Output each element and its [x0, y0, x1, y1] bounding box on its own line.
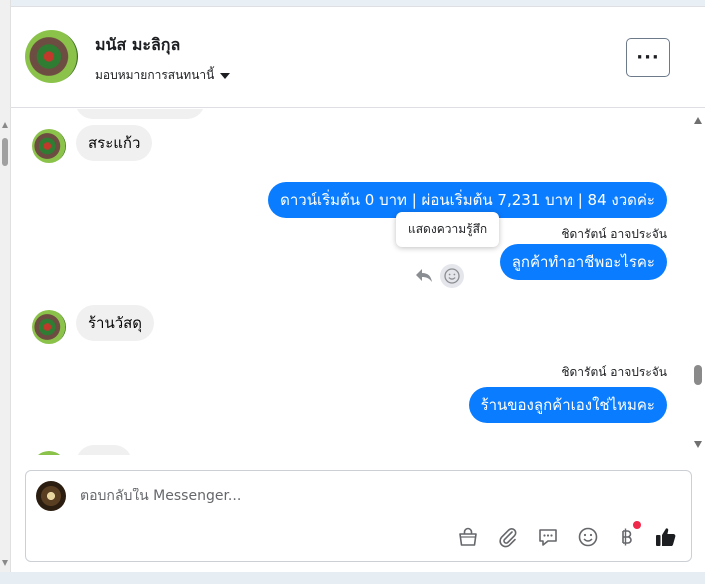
- thumbs-up-icon[interactable]: [654, 525, 678, 549]
- thread-scrollbar[interactable]: [691, 109, 705, 455]
- scroll-up-arrow-icon[interactable]: [2, 122, 8, 128]
- baht-payment-icon[interactable]: [614, 521, 641, 549]
- scrollbar-thumb[interactable]: [2, 138, 8, 166]
- assign-conversation-dropdown[interactable]: มอบหมายการสนทนานี้: [95, 66, 231, 85]
- scrollbar-thumb[interactable]: [694, 365, 702, 385]
- bottom-strip: [0, 572, 705, 584]
- conversation-header: มนัส มะลิกุล มอบหมายการสนทนานี้ ···: [11, 7, 705, 108]
- more-options-button[interactable]: ···: [626, 38, 670, 77]
- scroll-down-arrow-icon[interactable]: [2, 560, 8, 566]
- react-emoji-icon[interactable]: [440, 264, 464, 288]
- outgoing-message[interactable]: ลูกค้าทำอาชีพอะไรคะ: [499, 244, 667, 280]
- incoming-message[interactable]: ร้านวัสดุ: [76, 305, 155, 341]
- reply-icon[interactable]: [415, 266, 433, 284]
- paperclip-icon[interactable]: [496, 525, 520, 549]
- contact-avatar-small: [32, 129, 66, 163]
- contact-avatar-small: [32, 451, 66, 455]
- contact-avatar-small: [32, 310, 66, 344]
- notification-dot: [633, 521, 641, 529]
- reply-input[interactable]: [80, 488, 640, 504]
- reaction-tooltip: แสดงความรู้สึก: [396, 212, 500, 247]
- sender-name: ชิดารัตน์ อาจประจัน: [561, 365, 667, 379]
- page-avatar: [36, 481, 66, 511]
- scroll-up-arrow-icon[interactable]: [694, 117, 702, 124]
- contact-name[interactable]: มนัส มะลิกุล: [95, 33, 180, 58]
- previous-message-bubble: [75, 109, 205, 119]
- conversation-panel: มนัส มะลิกุล มอบหมายการสนทนานี้ ··· สระแ…: [11, 6, 705, 572]
- page-scrollbar[interactable]: [0, 0, 11, 572]
- scroll-down-arrow-icon[interactable]: [694, 441, 702, 448]
- contact-avatar[interactable]: [25, 30, 78, 83]
- caret-down-icon: [220, 72, 231, 79]
- sender-name: ชิดารัตน์ อาจประจัน: [561, 227, 667, 241]
- next-message-bubble: [76, 445, 132, 455]
- shopping-bag-icon[interactable]: [456, 525, 480, 549]
- message-composer: [25, 470, 692, 562]
- outgoing-message[interactable]: ร้านของลูกค้าเองใช่ไหมคะ: [468, 387, 667, 423]
- message-thread[interactable]: สระแก้ว ดาวน์เริ่มต้น 0 บาท | ผ่อนเริ่มต…: [11, 109, 705, 455]
- saved-reply-icon[interactable]: [536, 525, 560, 549]
- emoji-icon[interactable]: [576, 525, 600, 549]
- assign-label: มอบหมายการสนทนานี้: [95, 68, 215, 82]
- incoming-message[interactable]: สระแก้ว: [76, 125, 153, 161]
